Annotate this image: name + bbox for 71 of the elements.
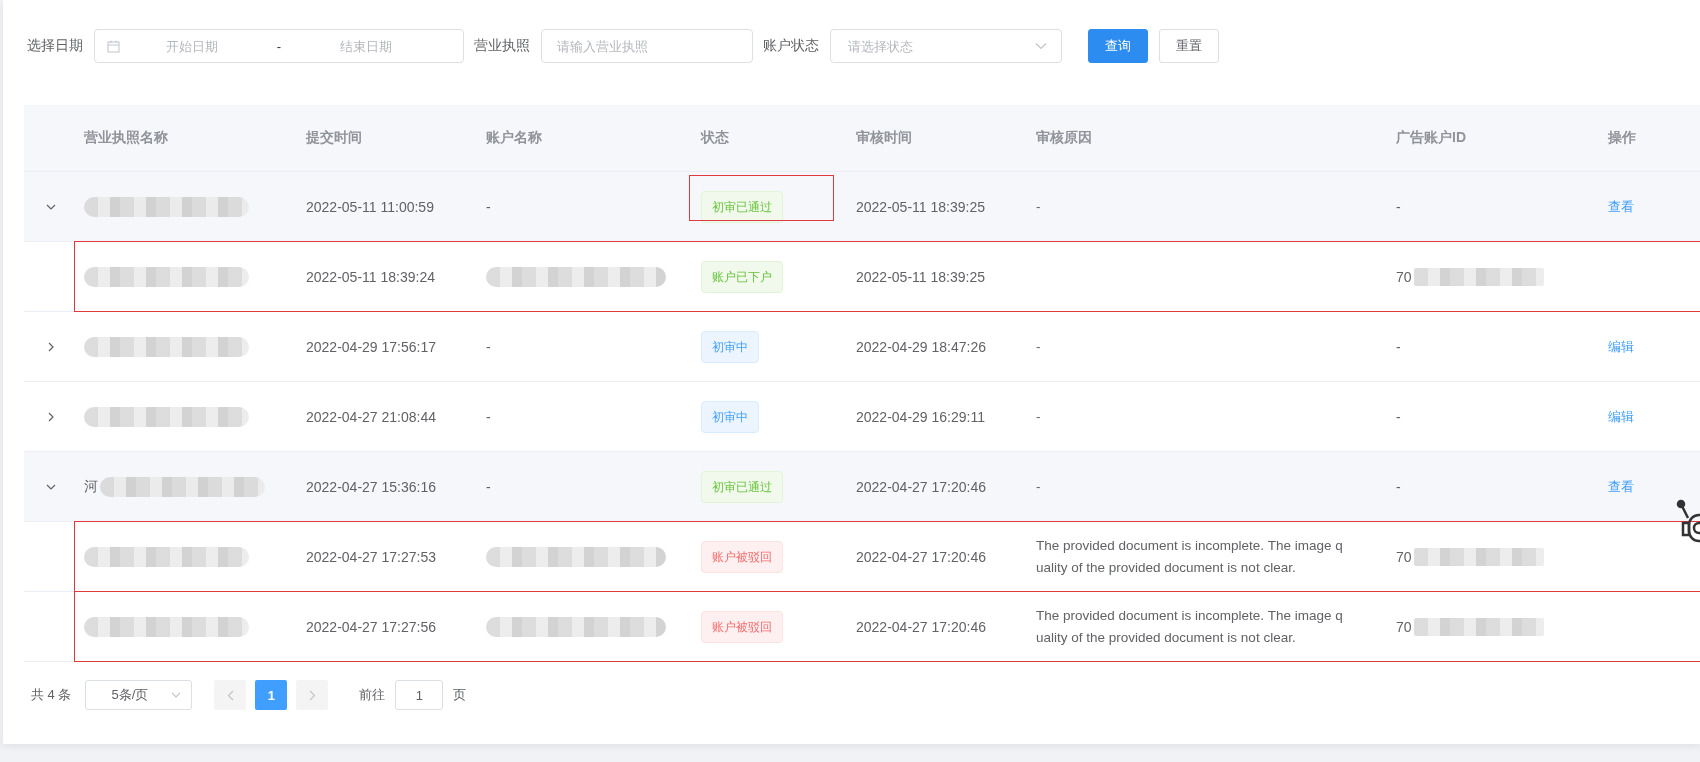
table-cell-text: -	[1036, 407, 1042, 426]
column-header: 广告账户ID	[1396, 129, 1466, 147]
filter-label: 选择日期	[27, 37, 83, 55]
date-separator: -	[275, 38, 283, 54]
page-input[interactable]: 1	[395, 680, 444, 710]
table-cell-text: -	[1036, 337, 1042, 356]
table-cell: -	[1396, 408, 1401, 425]
column-header: 操作	[1608, 129, 1636, 147]
action-link[interactable]: 编辑	[1608, 407, 1634, 426]
filter-label: 营业执照	[474, 37, 530, 55]
table-cell: -	[486, 198, 491, 215]
page-button[interactable]: 1	[255, 680, 288, 710]
table-cell: -	[1396, 338, 1401, 355]
table-cell: 2022-04-27 17:27:56	[306, 618, 436, 635]
status-tag: 初审中	[701, 330, 759, 363]
status-tag: 初审已通过	[701, 190, 783, 223]
action-link[interactable]: 查看	[1608, 477, 1634, 496]
action-link[interactable]: 查看	[1608, 197, 1634, 216]
table-cell: -	[1396, 198, 1401, 215]
table-cell: 2022-04-27 21:08:44	[306, 408, 436, 425]
table-cell: 70	[1396, 618, 1412, 635]
column-header: 状态	[701, 129, 729, 147]
chevron-right-icon	[308, 689, 316, 701]
table-cell: -	[486, 478, 491, 495]
table-cell: 2022-04-29 18:47:26	[856, 338, 986, 355]
table-cell: 2022-05-11 18:39:25	[856, 268, 985, 285]
chevron-down-icon	[1035, 42, 1047, 50]
table-cell: 2022-05-11 11:00:59	[306, 198, 434, 215]
status-tag: 账户被驳回	[701, 610, 783, 643]
status-tag: 账户被驳回	[701, 540, 783, 573]
table-cell: -	[486, 408, 491, 425]
status-select[interactable]: 请选择状态	[830, 29, 1062, 63]
table-cell-text: -	[1036, 197, 1042, 216]
table-cell: 2022-04-29 16:29:11	[856, 408, 985, 425]
status-tag: 初审已通过	[701, 470, 783, 503]
license-input[interactable]: 请输入营业执照	[541, 29, 753, 63]
table-cell-text: The provided document is incomplete. The image q uality of the provided document is not clear.	[1036, 536, 1344, 577]
table-cell: 2022-04-27 17:27:53	[306, 548, 436, 565]
table-cell: -	[486, 338, 491, 355]
total-count: 共 4 条	[31, 686, 72, 704]
status-tag: 账户已下户	[701, 260, 783, 293]
table-cell: 河	[84, 477, 98, 496]
date-range-field[interactable]: 开始日期 - 结束日期	[94, 29, 464, 63]
column-header: 审核原因	[1036, 129, 1092, 147]
status-tag: 初审中	[701, 400, 759, 433]
table-cell: 2022-05-11 18:39:25	[856, 198, 985, 215]
column-header: 账户名称	[486, 129, 542, 147]
table-cell: 2022-04-29 17:56:17	[306, 338, 436, 355]
table-cell: 2022-05-11 18:39:24	[306, 268, 435, 285]
page-size-select[interactable]: 5条/页	[85, 680, 193, 710]
filter-label: 账户状态	[763, 37, 819, 55]
table-cell: 2022-04-27 17:20:46	[856, 548, 986, 565]
calendar-icon	[107, 39, 120, 53]
column-header: 审核时间	[856, 129, 912, 147]
column-header: 营业执照名称	[84, 129, 168, 147]
table-cell: 2022-04-27 15:36:16	[306, 478, 436, 495]
table-cell: -	[1396, 478, 1401, 495]
table-cell: 70	[1396, 268, 1412, 285]
column-header: 提交时间	[306, 129, 362, 147]
page-suffix: 页	[453, 686, 467, 704]
table-cell-text: -	[1036, 477, 1042, 496]
table-cell: 2022-04-27 17:20:46	[856, 478, 986, 495]
table-cell: 2022-04-27 17:20:46	[856, 618, 986, 635]
goto-label: 前往	[359, 686, 386, 704]
action-link[interactable]: 编辑	[1608, 337, 1634, 356]
chevron-down-icon	[171, 692, 182, 698]
table-cell: 70	[1396, 548, 1412, 565]
query-button[interactable]: 查询	[1088, 29, 1148, 63]
chevron-left-icon	[226, 689, 234, 701]
table-cell-text: The provided document is incomplete. The image q uality of the provided document is not clear.	[1036, 606, 1344, 647]
reset-button[interactable]: 重置	[1159, 29, 1219, 63]
